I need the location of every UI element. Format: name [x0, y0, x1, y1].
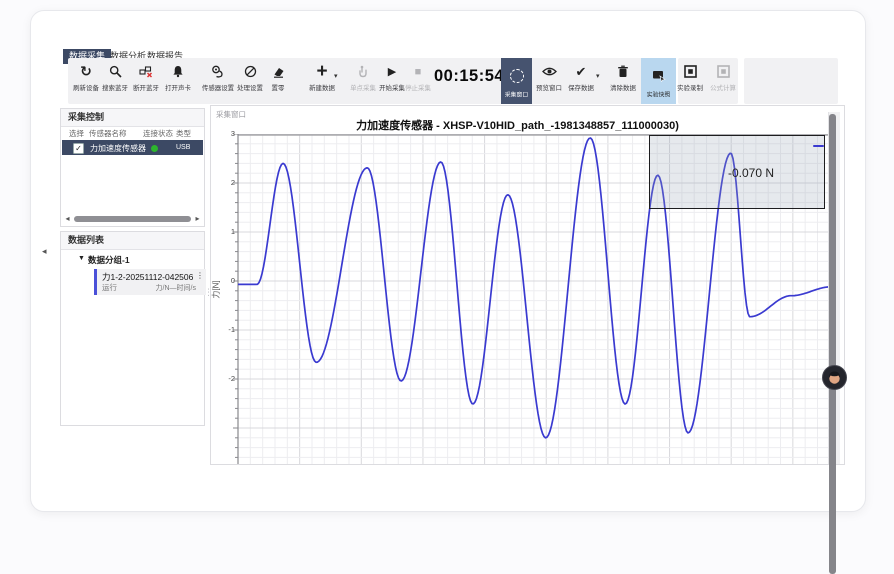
button-label: 停止采集: [398, 83, 438, 92]
save-data-dropdown-caret[interactable]: ▾: [596, 72, 600, 80]
eraser-icon: [256, 62, 300, 81]
formula-frame-icon: [701, 62, 745, 81]
open-soundcard-button[interactable]: 打开声卡: [156, 62, 200, 102]
y-tick-label: -1: [211, 325, 235, 334]
chart-title: 力加速度传感器 - XHSP-V10HID_path_-1981348857_1…: [211, 117, 824, 133]
item-status: 运行: [102, 282, 117, 293]
button-label: 新建数据: [302, 83, 342, 92]
data-list-panel: 数据列表 ▼ 数据分组-1 力1-2-20251112-042506 运行 力/…: [60, 231, 205, 426]
formula-calc-button[interactable]: 公式计算: [701, 62, 745, 102]
panel-title: 采集控制: [61, 109, 204, 127]
chart-legend: 力: [767, 140, 837, 152]
button-label: 保存数据: [561, 83, 601, 92]
bell-icon: [156, 62, 200, 81]
legend-line-swatch: [813, 145, 824, 148]
vertical-scrollbar-thumb[interactable]: [829, 114, 836, 574]
chevron-down-icon: ▼: [78, 255, 85, 262]
chart-annotation: -0.070 N: [681, 166, 821, 180]
trash-icon: [601, 62, 645, 81]
y-tick-label: 1: [211, 227, 235, 236]
clear-data-button[interactable]: 清除数据: [601, 62, 645, 102]
panel-title: 数据列表: [61, 232, 204, 250]
chart-panel: 采集窗口 力加速度传感器 - XHSP-V10HID_path_-1981348…: [210, 105, 845, 465]
button-label: 公式计算: [703, 83, 743, 92]
data-item[interactable]: 力1-2-20251112-042506 运行 力/N—时间/s ⋮: [94, 269, 206, 295]
table-header: 选择 传感器名称 连接状态 类型: [61, 127, 204, 140]
button-label: 清除数据: [603, 83, 643, 92]
item-menu-icon[interactable]: ⋮: [196, 271, 204, 280]
data-group-row[interactable]: ▼ 数据分组-1: [62, 253, 203, 267]
scrollbar-thumb[interactable]: [74, 216, 191, 222]
scroll-right-arrow[interactable]: ▸: [193, 214, 202, 223]
button-label: 打开声卡: [158, 83, 198, 92]
avatar-icon: [822, 365, 847, 390]
scroll-left-arrow[interactable]: ◂: [63, 214, 72, 223]
col-select: 选择: [69, 128, 84, 139]
y-tick-label: 3: [211, 129, 235, 138]
screen: { "tabs": [ {"label": "数据采集", "active": …: [0, 0, 894, 420]
sensor-row[interactable]: ✓ 力加速度传感器 USB: [62, 140, 203, 155]
y-tick-label: 2: [211, 178, 235, 187]
assistant-avatar-button[interactable]: [822, 365, 847, 390]
set-zero-button[interactable]: 置零: [256, 62, 300, 102]
save-data-button[interactable]: ✔ 保存数据: [559, 62, 603, 102]
capture-control-panel: 采集控制 选择 传感器名称 连接状态 类型 ✓ 力加速度传感器 USB ◂ ▸: [60, 108, 205, 227]
sensor-type: USB: [176, 144, 190, 151]
col-sensor-name: 传感器名称: [89, 128, 127, 139]
y-tick-label: 0: [211, 276, 235, 285]
button-label: 置零: [258, 83, 298, 92]
new-data-dropdown-caret[interactable]: ▾: [334, 72, 338, 80]
sensor-checkbox[interactable]: ✓: [73, 143, 84, 154]
status-dot: [151, 145, 158, 152]
group-label: 数据分组-1: [88, 254, 130, 266]
new-data-button[interactable]: + 新建数据: [300, 62, 344, 102]
item-axes: 力/N—时间/s: [156, 283, 196, 293]
horizontal-scrollbar[interactable]: ◂ ▸: [63, 214, 202, 223]
col-type: 类型: [176, 128, 191, 139]
col-conn-status: 连接状态: [143, 128, 173, 139]
item-accent-bar: [94, 269, 97, 295]
panel-collapse-arrow[interactable]: ◂: [42, 246, 47, 257]
timer-display: 00:15:54: [434, 67, 496, 86]
y-tick-label: -2: [211, 374, 235, 383]
toolbar-spacer: [744, 58, 838, 104]
sensor-name: 力加速度传感器: [90, 143, 146, 154]
